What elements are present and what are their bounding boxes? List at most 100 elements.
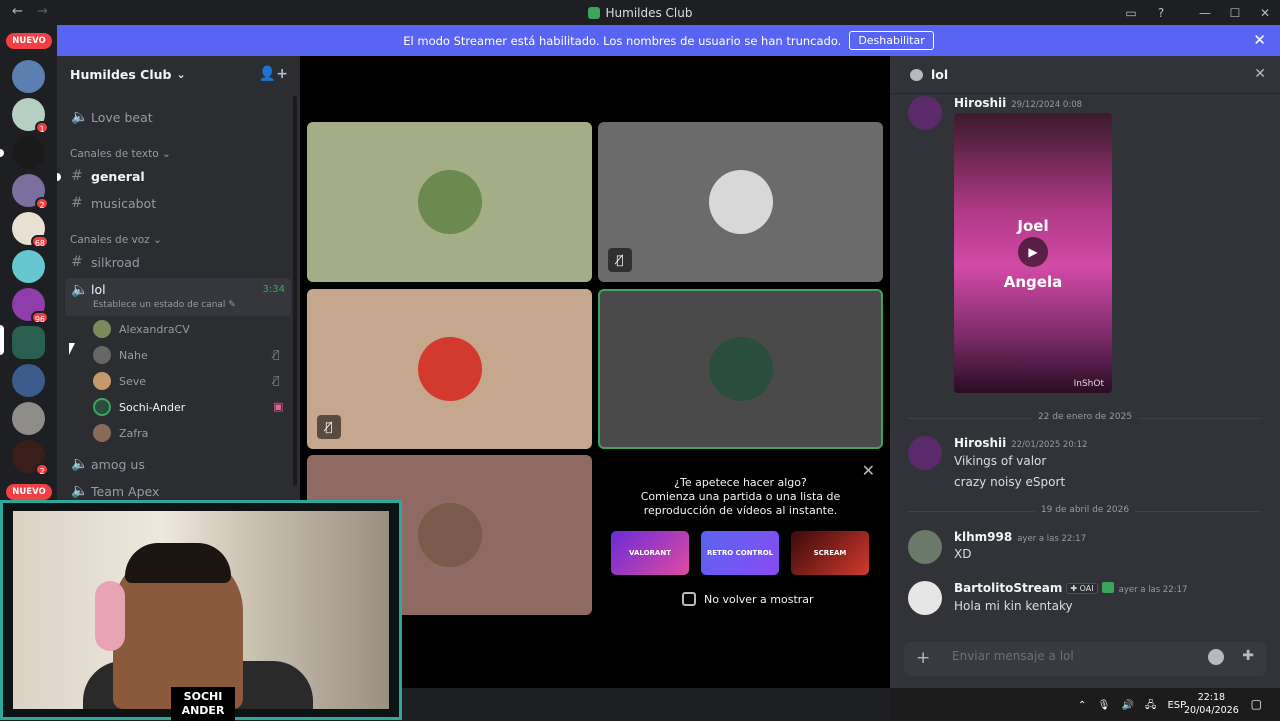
channel-silkroad[interactable]: # silkroad (65, 250, 291, 274)
disable-streamer-button[interactable]: Deshabilitar (849, 31, 934, 50)
close-window-icon[interactable]: ✕ (1250, 6, 1280, 20)
apps-icon[interactable]: ✚ (1242, 648, 1254, 664)
nuevo-badge-bottom[interactable]: NUEVO (6, 484, 52, 500)
server-icon-1[interactable] (12, 60, 45, 93)
server-icon-9[interactable] (12, 364, 45, 397)
emoji-icon[interactable] (1208, 649, 1224, 665)
channel-team-apex[interactable]: 🔈 Team Apex (65, 479, 291, 500)
network-icon[interactable]: 🖧 (1145, 700, 1156, 711)
channel-status[interactable]: Establece un estado de canal ✎ (93, 300, 236, 310)
voice-user-name: Sochi-Ander (119, 400, 186, 414)
voice-user[interactable]: Seve (93, 370, 146, 392)
nuevo-badge-top[interactable]: NUEVO (6, 33, 52, 49)
checkbox[interactable] (682, 592, 696, 606)
message-author[interactable]: klhm998 ayer a las 22:17 (954, 530, 1086, 544)
voice-user-name: Seve (119, 374, 147, 388)
server-badge: 68 (30, 235, 49, 248)
server-icon-7[interactable]: 96 (12, 288, 49, 324)
date-divider: 22 de enero de 2025 (908, 412, 1262, 422)
channel-love-beat[interactable]: 🔈 Love beat (65, 105, 291, 129)
system-tray: ⌃ 🎙 🔊 🖧 ESP (1078, 698, 1194, 715)
participant-tile-speaking[interactable] (598, 289, 883, 449)
chat-channel-name: lol (931, 67, 949, 82)
hash-icon: # (71, 195, 83, 211)
message-author[interactable]: Hiroshii 22/01/2025 20:12 (954, 436, 1087, 450)
participant-tile[interactable]: 🎙̸ (307, 289, 592, 449)
avatar[interactable] (908, 581, 942, 615)
message-author[interactable]: BartolitoStream ✚ OAI ayer a las 22:17 (954, 581, 1187, 595)
chevron-down-icon: ⌄ (176, 68, 186, 81)
taskbar-clock[interactable]: 22:18 20/04/2026 (1184, 691, 1239, 717)
chat-bubble-icon (910, 68, 923, 81)
voice-user[interactable]: Nahe (93, 344, 148, 366)
server-header[interactable]: Humildes Club ⌄ 👤+ (57, 56, 300, 93)
category-text-channels[interactable]: Canales de texto ⌄ (70, 148, 171, 160)
speaker-icon: 🔈 (71, 483, 89, 499)
play-icon[interactable]: ▶ (1018, 237, 1048, 267)
video-attachment[interactable]: Joel ▶ Angela InShOt (954, 113, 1112, 393)
server-icon-10[interactable] (12, 402, 45, 435)
maximize-icon[interactable]: ☐ (1220, 6, 1250, 20)
server-icon-11[interactable]: 2 (12, 440, 49, 476)
server-icon-5[interactable]: 68 (12, 212, 49, 248)
avatar[interactable] (908, 96, 942, 130)
webcam-overlay: SOCHI ANDER (0, 500, 402, 721)
channel-musicabot[interactable]: # musicabot (65, 191, 291, 215)
invite-icon[interactable]: 👤+ (259, 66, 288, 82)
activity-card-scream[interactable]: SCREAM (791, 531, 869, 575)
server-badge: 2 (35, 197, 49, 210)
participant-tile[interactable]: 🎙̸ (598, 122, 883, 282)
os-taskbar: ⌃ 🎙 🔊 🖧 ESP 22:18 20/04/2026 ▢ (890, 688, 1280, 720)
voice-user[interactable]: Sochi-Ander (93, 396, 185, 418)
close-chat-icon[interactable]: ✕ (1254, 66, 1266, 82)
author-name: BartolitoStream (954, 581, 1063, 595)
logo-text: ANDER (181, 704, 225, 717)
message-author[interactable]: Hiroshii 29/12/2024 0:08 (954, 96, 1082, 110)
help-icon[interactable]: ? (1146, 6, 1176, 20)
dont-show-again-checkbox[interactable]: No volver a mostrar (682, 592, 814, 606)
avatar[interactable] (908, 436, 942, 470)
category-voice-channels[interactable]: Canales de voz ⌄ (70, 234, 162, 246)
server-icon-humildes-club[interactable] (12, 326, 45, 359)
window-title-text: Humildes Club (605, 6, 693, 20)
server-icon-6[interactable] (12, 250, 45, 283)
channel-label: amog us (91, 456, 145, 472)
call-timer: 3:34 (262, 284, 285, 295)
chat-header: lol ✕ (890, 56, 1280, 94)
tray-chevron-icon[interactable]: ⌃ (1078, 700, 1086, 711)
channel-lol-active[interactable]: 🔈 lol Establece un estado de canal ✎ 3:3… (65, 278, 291, 316)
channel-label: lol (91, 282, 106, 297)
window-controls: ▭ ? — ☐ ✕ (1116, 0, 1280, 25)
channel-label: silkroad (91, 254, 140, 270)
activity-prompt: ✕ ¿Te apetece hacer algo? Comienza una p… (598, 455, 883, 615)
channel-general[interactable]: # general (65, 164, 291, 188)
participant-tile[interactable] (307, 122, 592, 282)
notification-icon[interactable]: ▢ (1251, 697, 1262, 711)
avatar[interactable] (908, 530, 942, 564)
server-icon-4[interactable]: 2 (12, 174, 49, 210)
voice-user[interactable]: AlexandraCV (93, 318, 190, 340)
stream-icon: ▣ (273, 400, 284, 413)
activity-card-retro-control[interactable]: RETRO CONTROL (701, 531, 779, 575)
close-banner-icon[interactable]: ✕ (1253, 31, 1266, 49)
server-icon-3[interactable] (12, 136, 45, 169)
sidebar-scrollbar[interactable] (293, 96, 297, 486)
speaker-icon: 🔈 (71, 456, 89, 472)
plus-icon[interactable]: + (916, 648, 930, 668)
activity-card-valorant[interactable]: VALORANT (611, 531, 689, 575)
category-label: Canales de texto (70, 148, 159, 160)
message-input[interactable] (952, 649, 1192, 663)
webcam-frame (13, 511, 389, 709)
voice-user[interactable]: Zafra (93, 422, 148, 444)
date-divider-label: 19 de abril de 2026 (1034, 505, 1136, 515)
server-badge: 2 (35, 463, 49, 476)
avatar (708, 170, 773, 234)
inbox-icon[interactable]: ▭ (1116, 6, 1146, 20)
speaker-icon: 🔈 (71, 282, 89, 298)
banner-text: El modo Streamer está habilitado. Los no… (403, 33, 842, 48)
minimize-icon[interactable]: — (1190, 6, 1220, 20)
mic-icon[interactable]: 🎙 (1098, 700, 1111, 711)
server-icon-2[interactable]: 1 (12, 98, 49, 134)
channel-amog-us[interactable]: 🔈 amog us (65, 452, 291, 476)
volume-icon[interactable]: 🔊 (1121, 700, 1133, 711)
